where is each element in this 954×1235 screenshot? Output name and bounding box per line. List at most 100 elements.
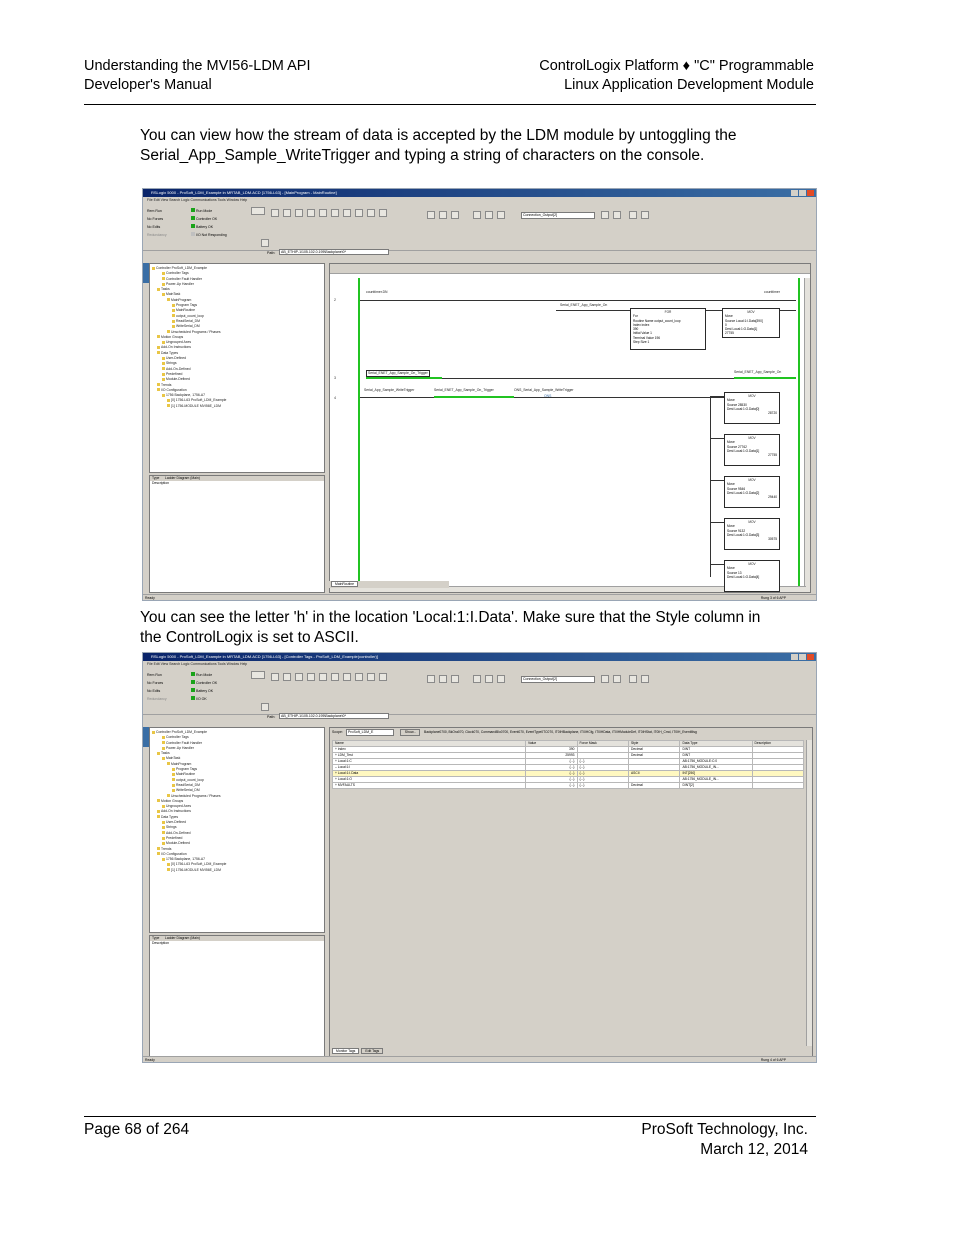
close-icon[interactable] (807, 654, 814, 660)
folder-icon (162, 735, 165, 739)
tab-monitor-tags[interactable]: Monitor Tags (332, 1048, 360, 1054)
window-titlebar: RSLogix 5000 - ProSoft_LDM_Example in MR… (143, 189, 816, 197)
zoom-out-icon[interactable] (641, 675, 649, 683)
tree-item-label: WriteSerial_DM (176, 324, 200, 329)
mov-instruction[interactable]: MOV Move Source 28530 Dest Local:1:O.Data[0… (724, 392, 780, 424)
tab-mainroutine[interactable]: MainRoutine (331, 581, 359, 587)
tab-edit-tags[interactable]: Edit Tags (361, 1048, 384, 1054)
tool-icon[interactable] (295, 673, 303, 681)
tool-icon[interactable] (379, 673, 387, 681)
tree-item[interactable]: [1] 1756-MODULE MVI56E_LDM (152, 404, 322, 409)
help-icon[interactable] (261, 703, 269, 711)
mov-instruction[interactable]: MOV Move Source 13 Dest Local:1:O.Data[4] (724, 560, 780, 592)
undo-icon[interactable] (497, 211, 505, 219)
tool-icon[interactable] (307, 673, 315, 681)
tool-icon[interactable] (283, 673, 291, 681)
toolbar: Rem Run No Forces No Edits Redundancy Ru… (143, 203, 816, 255)
maximize-icon[interactable] (799, 190, 806, 196)
print-icon[interactable] (451, 211, 459, 219)
routine-tabs: MainRoutine (329, 581, 449, 588)
path-combo[interactable]: AB_ETHIP-1\105.102.0.195\Backplane\0* (279, 249, 389, 255)
verify-icon[interactable] (613, 675, 621, 683)
tree-item[interactable]: [1] 1756-MODULE MVI56E_LDM (152, 868, 322, 873)
tool-icon[interactable] (319, 673, 327, 681)
rung-energized (734, 377, 796, 379)
verify-icon[interactable] (601, 211, 609, 219)
tool-icon[interactable] (307, 209, 315, 217)
folder-icon (157, 346, 160, 350)
mode-status: Run Mode Controller OK Battery OK I/O No… (191, 207, 227, 239)
tag-combo[interactable]: Connection_Output[2] (521, 676, 595, 683)
mov-instruction[interactable]: MOV Move Source Local:1:I.Data[390] 0 Dest… (722, 308, 780, 338)
path-label: Path: (267, 251, 276, 255)
status-bar: Ready Rung 4 of 6 APP (143, 1056, 816, 1062)
path-combo[interactable]: AB_ETHIP-1\105.102.0.195\Backplane\0* (279, 713, 389, 719)
save-icon[interactable] (427, 675, 435, 683)
mov-instruction[interactable]: MOV Move Source 9132 Dest Local:1:O.Data[3]… (724, 518, 780, 550)
save-icon[interactable] (427, 211, 435, 219)
coil-tag: counttimer (764, 290, 780, 294)
table-row[interactable]: + MVFAULTS {...} {...} Decimal DINT[2] (331, 782, 804, 789)
copy-icon[interactable] (485, 211, 493, 219)
cut-icon[interactable] (473, 675, 481, 683)
maximize-icon[interactable] (799, 654, 806, 660)
tool-icon[interactable] (367, 673, 375, 681)
instruction-param: 29440 (768, 495, 777, 500)
copy-icon[interactable] (485, 675, 493, 683)
verify-icon[interactable] (601, 675, 609, 683)
tree-item-label: Ungrouped Axes (166, 340, 192, 345)
folder-icon (167, 404, 170, 408)
minimize-icon[interactable] (791, 654, 798, 660)
vertical-scrollbar[interactable] (804, 278, 810, 592)
tool-icon[interactable] (331, 209, 339, 217)
zoom-out-icon[interactable] (641, 211, 649, 219)
ladder-editor[interactable]: 2 counttimer.DN counttimer Serial_ENET_A… (329, 263, 811, 593)
open-icon[interactable] (439, 675, 447, 683)
tool-icon[interactable] (331, 673, 339, 681)
help-icon[interactable] (261, 239, 269, 247)
tree-item-label: Motion Groups (161, 798, 184, 803)
tool-icon[interactable] (355, 209, 363, 217)
mov-instruction[interactable]: MOV Move Source 27762 Dest Local:1:O.Data[1… (724, 434, 780, 466)
undo-icon[interactable] (497, 675, 505, 683)
tool-icon[interactable] (379, 209, 387, 217)
tool-icon[interactable] (295, 209, 303, 217)
contact-tag: ONS_Serial_App_Sample_WriteTrigger (514, 388, 574, 392)
platform-title: ControlLogix Platform ♦ "C" Programmable (539, 58, 814, 74)
show-button[interactable]: Show... (400, 729, 420, 736)
tool-icon[interactable] (319, 209, 327, 217)
rung-number: 4 (334, 396, 336, 400)
folder-icon (162, 340, 165, 344)
tree-item-label: Program Tags (176, 303, 198, 308)
open-icon[interactable] (439, 211, 447, 219)
cut-icon[interactable] (473, 211, 481, 219)
tool-icon[interactable] (355, 673, 363, 681)
contact-tag: Serial_App_Sample_WriteTrigger (364, 388, 415, 392)
close-icon[interactable] (807, 190, 814, 196)
instruction-param: 28720 (768, 411, 777, 416)
zoom-in-icon[interactable] (629, 675, 637, 683)
minimize-icon[interactable] (791, 190, 798, 196)
tool-icon[interactable] (343, 673, 351, 681)
folder-icon (152, 266, 155, 270)
verify-icon[interactable] (613, 211, 621, 219)
for-instruction[interactable]: FOR For Routine Name output_count_loop Ind… (630, 308, 706, 350)
folder-icon (167, 330, 170, 334)
tree-item-label: Unscheduled Programs / Phases (171, 329, 221, 334)
tool-icon[interactable] (271, 673, 279, 681)
tree-item-label: [1] 1756-MODULE MVI56E_LDM (171, 403, 221, 408)
tool-icon[interactable] (283, 209, 291, 217)
print-icon[interactable] (451, 675, 459, 683)
tool-icon[interactable] (271, 209, 279, 217)
io-icon (191, 696, 195, 700)
ons-label: ONS (544, 394, 552, 398)
scope-combo[interactable]: ProSoft_LDM_E (346, 729, 394, 736)
zoom-in-icon[interactable] (629, 211, 637, 219)
mov-instruction[interactable]: MOV Move Source 9546 Dest Local:1:O.Data[2]… (724, 476, 780, 508)
ladder-toolbar (330, 264, 810, 274)
tool-icon[interactable] (367, 209, 375, 217)
tag-combo[interactable]: Connection_Output[2] (521, 212, 595, 219)
footer-right: ProSoft Technology, Inc. March 12, 2014 (641, 1120, 808, 1160)
tool-icon[interactable] (343, 209, 351, 217)
vertical-scrollbar[interactable] (806, 740, 812, 1046)
